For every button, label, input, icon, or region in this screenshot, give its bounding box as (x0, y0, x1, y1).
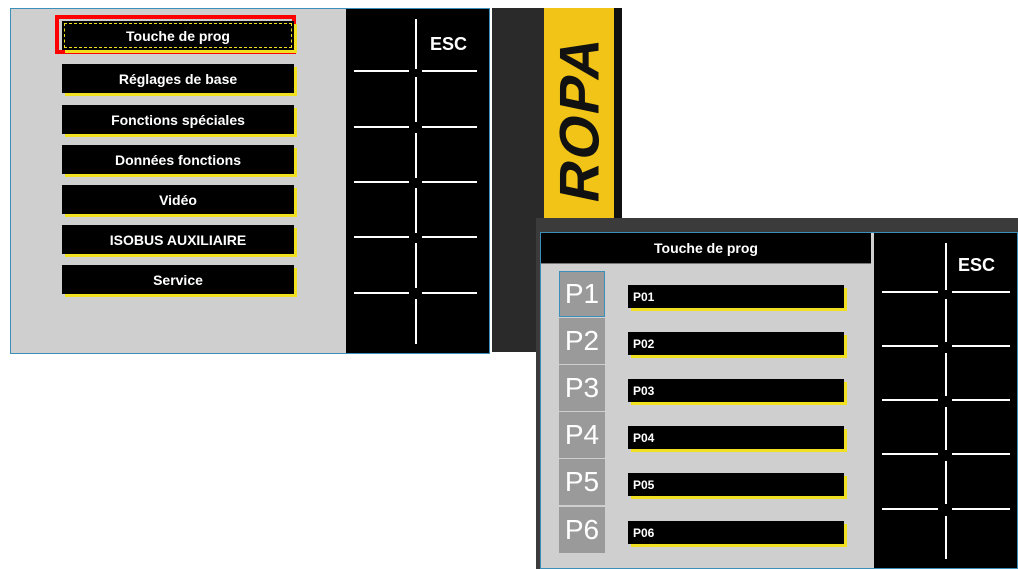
menu-item-donnees-fonctions[interactable]: Données fonctions (62, 145, 294, 174)
softkey-divider (415, 77, 417, 122)
softkey-right-4[interactable] (422, 236, 477, 238)
esc-softkey[interactable]: ESC (958, 255, 995, 276)
ropa-logo: ROPA (547, 28, 611, 208)
softkey-right-1[interactable] (422, 70, 477, 72)
prog-key-p6[interactable]: P6 (559, 507, 605, 553)
softkey-divider (415, 299, 417, 344)
prog-key-p4[interactable]: P4 (559, 412, 605, 458)
softkey-divider (945, 353, 947, 396)
prog-value-p6[interactable]: P06 (628, 521, 844, 544)
softkey-right-5[interactable] (952, 508, 1010, 510)
softkey-left-2[interactable] (354, 126, 409, 128)
softkey-divider (945, 516, 947, 559)
softkey-right-1[interactable] (952, 291, 1010, 293)
prog-key-p1[interactable]: P1 (559, 271, 605, 317)
main-menu-screen: Touche de prog Réglages de base Fonction… (10, 8, 490, 354)
softkey-left-3[interactable] (354, 181, 409, 183)
softkey-panel: ESC (346, 9, 489, 353)
esc-softkey[interactable]: ESC (430, 34, 467, 55)
softkey-divider (945, 243, 947, 290)
softkey-divider (415, 19, 417, 69)
softkey-left-2[interactable] (882, 345, 938, 347)
softkey-right-2[interactable] (952, 345, 1010, 347)
softkey-left-5[interactable] (354, 292, 409, 294)
menu-item-video[interactable]: Vidéo (62, 185, 294, 214)
softkey-divider (945, 407, 947, 450)
prog-value-p5[interactable]: P05 (628, 473, 844, 496)
softkey-right-2[interactable] (422, 126, 477, 128)
prog-key-p5[interactable]: P5 (559, 459, 605, 505)
softkey-divider (945, 461, 947, 504)
softkey-right-5[interactable] (422, 292, 477, 294)
prog-keys-panel: Touche de prog P1 P01 P2 P02 P3 P03 P4 P… (540, 232, 1018, 569)
prog-keys-screen: Touche de prog P1 P01 P2 P02 P3 P03 P4 P… (536, 218, 1018, 569)
softkey-left-1[interactable] (354, 70, 409, 72)
softkey-left-5[interactable] (882, 508, 938, 510)
softkey-right-4[interactable] (952, 453, 1010, 455)
softkey-divider (945, 299, 947, 342)
softkey-divider (415, 188, 417, 233)
softkey-divider (415, 243, 417, 288)
menu-item-isobus-auxiliaire[interactable]: ISOBUS AUXILIAIRE (62, 225, 294, 254)
softkey-left-4[interactable] (354, 236, 409, 238)
softkey-left-3[interactable] (882, 399, 938, 401)
softkey-left-1[interactable] (882, 291, 938, 293)
menu-item-touche-de-prog[interactable]: Touche de prog (62, 21, 294, 50)
prog-value-p3[interactable]: P03 (628, 379, 844, 402)
prog-value-p2[interactable]: P02 (628, 332, 844, 355)
prog-key-p3[interactable]: P3 (559, 365, 605, 411)
softkey-right-3[interactable] (952, 399, 1010, 401)
softkey-panel: ESC (874, 233, 1017, 568)
softkey-right-3[interactable] (422, 181, 477, 183)
prog-key-p2[interactable]: P2 (559, 318, 605, 364)
prog-value-p1[interactable]: P01 (628, 285, 844, 308)
softkey-divider (415, 133, 417, 178)
menu-item-reglages-de-base[interactable]: Réglages de base (62, 64, 294, 93)
prog-value-p4[interactable]: P04 (628, 426, 844, 449)
page-title: Touche de prog (541, 233, 871, 264)
softkey-left-4[interactable] (882, 453, 938, 455)
menu-item-fonctions-speciales[interactable]: Fonctions spéciales (62, 105, 294, 134)
menu-item-service[interactable]: Service (62, 265, 294, 294)
